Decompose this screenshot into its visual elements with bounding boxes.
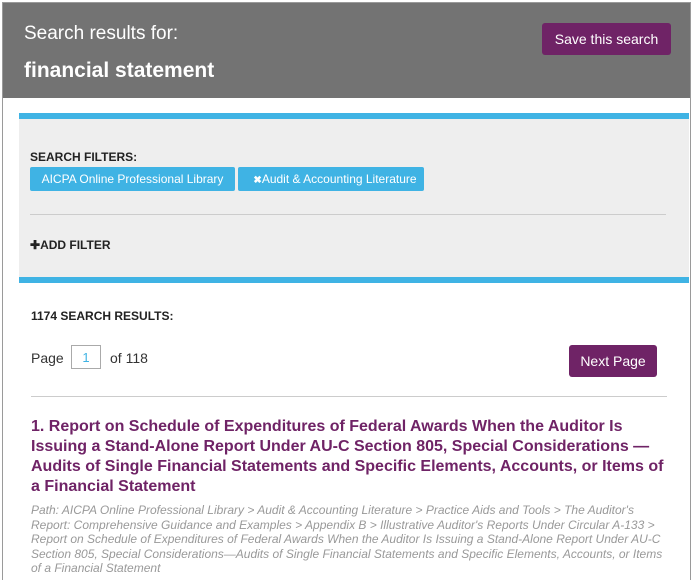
page-total: of 118 (110, 350, 148, 366)
add-filter-link[interactable]: ✚ADD FILTER (30, 238, 111, 252)
page-number-input[interactable] (71, 345, 101, 369)
filter-chip-label: AICPA Online Professional Library (41, 172, 224, 186)
result-title-link[interactable]: 1. Report on Schedule of Expenditures of… (31, 417, 671, 497)
filters-divider (30, 214, 666, 215)
save-search-button[interactable]: Save this search (542, 23, 671, 55)
close-icon[interactable]: ✖ (253, 175, 261, 186)
results-count: 1174 SEARCH RESULTS: (31, 309, 174, 323)
filter-chip-audit-accounting[interactable]: ✖Audit & Accounting Literature (238, 167, 424, 191)
search-filters-panel: SEARCH FILTERS: AICPA Online Professiona… (19, 113, 689, 283)
search-results-page: Search results for: financial statement … (2, 2, 691, 580)
plus-icon: ✚ (30, 238, 41, 252)
filter-chip-label: Audit & Accounting Literature (261, 172, 417, 186)
page-label: Page (31, 350, 64, 366)
filters-title: SEARCH FILTERS: (30, 150, 138, 164)
next-page-button[interactable]: Next Page (569, 345, 657, 377)
filter-chip-library[interactable]: AICPA Online Professional Library (30, 167, 235, 191)
search-query: financial statement (24, 59, 215, 82)
results-divider (31, 396, 667, 397)
header-label: Search results for: (24, 23, 179, 44)
add-filter-label: ADD FILTER (40, 238, 111, 252)
results-header: Search results for: financial statement … (3, 3, 690, 98)
result-path: Path: AICPA Online Professional Library … (31, 503, 663, 575)
